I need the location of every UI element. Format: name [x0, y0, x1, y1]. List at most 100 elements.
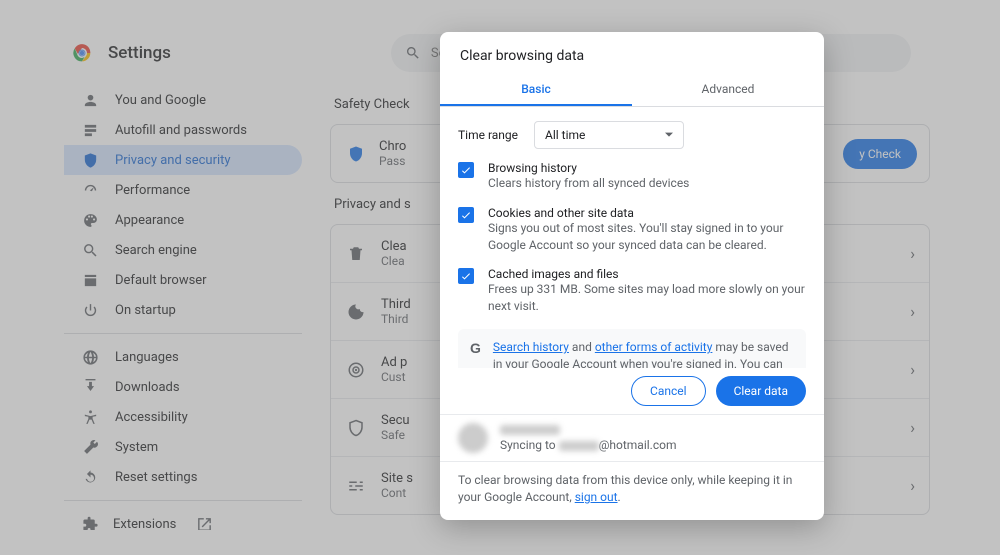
sidebar-item-you-and-google[interactable]: You and Google [64, 85, 302, 115]
sidebar-item-appearance[interactable]: Appearance [64, 205, 302, 235]
search-icon [405, 45, 421, 61]
chevron-right-icon: › [910, 418, 915, 437]
chrome-logo-icon [72, 43, 92, 63]
sidebar-item-reset[interactable]: Reset settings [64, 462, 302, 492]
row-desc: Clea [381, 254, 407, 268]
row-desc: Cont [381, 486, 413, 500]
sidebar-item-label: System [115, 440, 158, 455]
accessibility-icon [82, 409, 99, 426]
sidebar-item-label: Downloads [115, 380, 180, 395]
sidebar-item-downloads[interactable]: Downloads [64, 372, 302, 402]
performance-icon [82, 182, 99, 199]
safety-card-title: Chro [379, 139, 406, 154]
checkbox-row-cached[interactable]: Cached images and filesFrees up 331 MB. … [458, 267, 806, 315]
clear-data-button[interactable]: Clear data [716, 376, 806, 406]
open-in-new-icon [196, 516, 213, 531]
checkbox-checked-icon[interactable] [458, 268, 474, 284]
link-other-activity[interactable]: other forms of activity [595, 340, 713, 354]
google-g-icon: G [470, 339, 481, 368]
sidebar-item-autofill[interactable]: Autofill and passwords [64, 115, 302, 145]
time-range-label: Time range [458, 128, 518, 142]
sidebar-item-system[interactable]: System [64, 432, 302, 462]
sidebar-item-search-engine[interactable]: Search engine [64, 235, 302, 265]
check-title: Cookies and other site data [488, 206, 806, 220]
tab-advanced[interactable]: Advanced [632, 74, 824, 106]
checkbox-row-browsing-history[interactable]: Browsing historyClears history from all … [458, 161, 806, 192]
time-range-select[interactable]: All time [534, 121, 684, 149]
link-search-history[interactable]: Search history [493, 340, 569, 354]
info-box: G Search history and other forms of acti… [458, 329, 806, 368]
row-title: Site s [381, 471, 413, 486]
sidebar-item-on-startup[interactable]: On startup [64, 295, 302, 325]
tab-basic[interactable]: Basic [440, 74, 632, 106]
search-icon [82, 242, 99, 259]
browser-icon [82, 272, 99, 289]
sidebar-item-label: Reset settings [115, 470, 197, 485]
sidebar-item-performance[interactable]: Performance [64, 175, 302, 205]
tune-icon [347, 477, 365, 495]
reset-icon [82, 469, 99, 486]
account-email-blurred [559, 441, 599, 451]
shield-icon [347, 419, 365, 437]
chevron-right-icon: › [910, 244, 915, 263]
chevron-right-icon: › [910, 302, 915, 321]
sidebar-item-label: Privacy and security [115, 153, 231, 168]
sync-prefix: Syncing to [500, 438, 556, 452]
person-icon [82, 92, 99, 109]
power-icon [82, 302, 99, 319]
safety-check-button[interactable]: y Check [843, 139, 917, 169]
row-desc: Cust [381, 370, 407, 384]
dialog-title: Clear browsing data [440, 32, 824, 74]
row-desc: Safe [381, 428, 410, 442]
row-title: Secu [381, 413, 410, 428]
cancel-button[interactable]: Cancel [631, 376, 706, 406]
sidebar: You and Google Autofill and passwords Pr… [60, 81, 310, 530]
time-range-value: All time [545, 128, 585, 142]
sidebar-item-label: Languages [115, 350, 179, 365]
sidebar-item-label: On startup [115, 303, 176, 318]
cookie-icon [347, 303, 365, 321]
avatar [458, 423, 488, 453]
checkbox-checked-icon[interactable] [458, 207, 474, 223]
clear-browsing-data-dialog: Clear browsing data Basic Advanced Time … [440, 32, 824, 520]
row-desc: Third [381, 312, 411, 326]
sidebar-divider [64, 500, 302, 501]
account-name-blurred [500, 425, 560, 435]
row-title: Ad p [381, 355, 407, 370]
ads-icon [347, 361, 365, 379]
checkbox-row-cookies[interactable]: Cookies and other site dataSigns you out… [458, 206, 806, 254]
download-icon [82, 379, 99, 396]
dialog-footer-note: To clear browsing data from this device … [440, 462, 824, 520]
autofill-icon [82, 122, 99, 139]
account-sync-row: Syncing to @hotmail.com [440, 414, 824, 462]
sidebar-item-label: Default browser [115, 273, 207, 288]
sidebar-item-label: Performance [115, 183, 190, 198]
sidebar-item-label: Extensions [113, 517, 176, 531]
chevron-right-icon: › [910, 476, 915, 495]
sidebar-item-label: Accessibility [115, 410, 188, 425]
sidebar-item-label: Search engine [115, 243, 197, 258]
check-desc: Clears history from all synced devices [488, 175, 689, 192]
sidebar-item-accessibility[interactable]: Accessibility [64, 402, 302, 432]
sidebar-item-privacy[interactable]: Privacy and security [64, 145, 302, 175]
page-title: Settings [108, 43, 171, 63]
check-title: Cached images and files [488, 267, 806, 281]
shield-icon [82, 152, 99, 169]
shield-icon [347, 145, 365, 163]
sidebar-item-label: Autofill and passwords [115, 123, 247, 138]
dialog-tabs: Basic Advanced [440, 74, 824, 107]
safety-card-desc: Pass [379, 154, 406, 168]
chevron-right-icon: › [910, 360, 915, 379]
sidebar-item-languages[interactable]: Languages [64, 342, 302, 372]
check-desc: Frees up 331 MB. Some sites may load mor… [488, 281, 806, 315]
check-desc: Signs you out of most sites. You'll stay… [488, 220, 806, 254]
sidebar-item-label: You and Google [115, 93, 206, 108]
globe-icon [82, 349, 99, 366]
sidebar-item-default-browser[interactable]: Default browser [64, 265, 302, 295]
link-sign-out[interactable]: sign out [575, 490, 618, 504]
sidebar-item-label: Appearance [115, 213, 184, 228]
check-title: Browsing history [488, 161, 689, 175]
sidebar-item-extensions[interactable]: Extensions [64, 509, 302, 530]
appearance-icon [82, 212, 99, 229]
checkbox-checked-icon[interactable] [458, 162, 474, 178]
